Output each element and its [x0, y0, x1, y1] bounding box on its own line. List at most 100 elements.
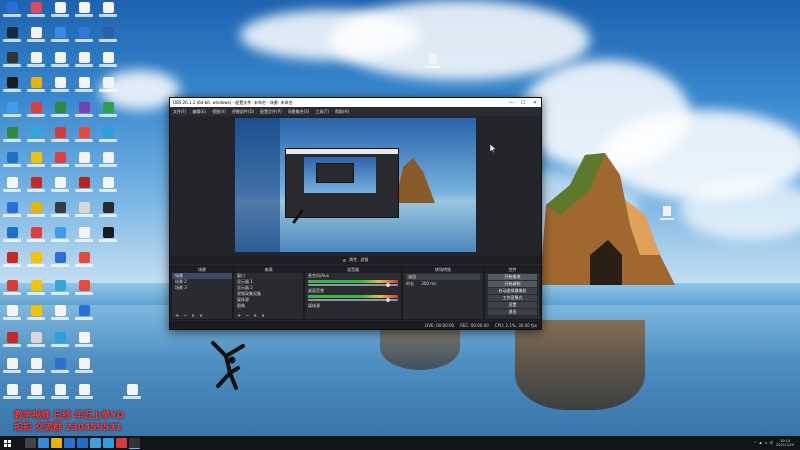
desktop-icon[interactable] [48, 332, 72, 352]
desktop-icon[interactable] [24, 252, 48, 272]
desktop-icon[interactable] [96, 77, 120, 97]
maximize-button[interactable]: ☐ [517, 100, 529, 106]
chevron-up-icon[interactable]: ^ [753, 441, 756, 445]
file-icon[interactable] [660, 206, 674, 226]
menu-docks[interactable]: 停靠部件(D) [232, 109, 254, 115]
move-down-icon[interactable]: ∨ [199, 313, 203, 319]
desktop-icon[interactable] [48, 152, 72, 172]
desktop-icon[interactable] [72, 127, 96, 147]
add-icon[interactable]: + [237, 313, 241, 319]
desktop-icon[interactable] [0, 280, 24, 300]
menu-edit[interactable]: 编辑(E) [192, 109, 206, 115]
list-item[interactable]: 图像 [234, 303, 303, 309]
desktop-icon[interactable] [0, 177, 24, 197]
exit-button[interactable]: 退出 [488, 309, 537, 315]
transition-select[interactable]: 淡出 [406, 274, 480, 280]
desktop-icon[interactable] [72, 227, 96, 247]
ime-indicator[interactable]: 中 [770, 441, 774, 446]
volume-slider[interactable] [308, 298, 398, 302]
desktop-icon[interactable] [24, 227, 48, 247]
desktop-icon[interactable] [72, 280, 96, 300]
desktop-icon[interactable] [24, 177, 48, 197]
desktop-icon[interactable] [72, 252, 96, 272]
desktop-icon[interactable] [0, 305, 24, 325]
desktop-icon[interactable] [96, 127, 120, 147]
obs-titlebar[interactable]: OBS 26.1.1 (64-bit, windows) - 配置文件: 未命名… [170, 98, 541, 107]
desktop-icon[interactable] [24, 305, 48, 325]
remove-icon[interactable]: − [183, 313, 187, 319]
desktop-icon[interactable] [72, 177, 96, 197]
desktop-icon[interactable] [72, 332, 96, 352]
network-icon[interactable]: ▪ [759, 441, 761, 445]
desktop-icon[interactable] [24, 52, 48, 72]
menu-view[interactable]: 视图(V) [212, 109, 226, 115]
desktop-icon[interactable] [24, 102, 48, 122]
app-icon[interactable] [90, 438, 101, 448]
desktop-icon[interactable] [72, 102, 96, 122]
desktop-icon[interactable] [48, 102, 72, 122]
desktop-icon[interactable] [48, 52, 72, 72]
menu-scene-collection[interactable]: 场景集合(S) [288, 109, 310, 115]
store-icon[interactable] [64, 438, 75, 448]
desktop-icon[interactable] [48, 2, 72, 22]
clock[interactable]: 10:14 2021/1/20 [776, 439, 794, 447]
desktop-icon[interactable] [48, 305, 72, 325]
desktop-icon[interactable] [48, 252, 72, 272]
minimize-button[interactable]: — [505, 100, 517, 106]
start-recording-button[interactable]: 开始录制 [488, 281, 537, 287]
desktop-icon[interactable] [96, 152, 120, 172]
obs-taskbar-icon[interactable] [129, 437, 140, 449]
desktop-icon[interactable] [48, 358, 72, 378]
desktop-icon[interactable] [48, 127, 72, 147]
desktop-icon[interactable] [0, 27, 24, 47]
desktop-icon[interactable] [48, 280, 72, 300]
desktop-icon[interactable] [24, 202, 48, 222]
duration-input[interactable]: 300 ms [421, 281, 436, 286]
file-icon[interactable] [426, 54, 440, 74]
explorer-icon[interactable] [51, 438, 62, 448]
desktop-icon[interactable] [72, 202, 96, 222]
desktop-icon[interactable] [48, 27, 72, 47]
volume-slider[interactable] [308, 283, 398, 287]
desktop-icon[interactable] [48, 177, 72, 197]
virtual-camera-button[interactable]: 启动虚拟摄像机 [488, 288, 537, 294]
desktop-icon[interactable] [48, 384, 72, 404]
desktop-icon[interactable] [72, 384, 96, 404]
desktop-icon[interactable] [0, 127, 24, 147]
remove-icon[interactable]: − [245, 313, 249, 319]
desktop-icon[interactable] [24, 127, 48, 147]
properties-button[interactable]: 属性 [349, 257, 357, 263]
desktop-icon[interactable] [24, 2, 48, 22]
desktop-icon[interactable] [24, 332, 48, 352]
desktop-icon[interactable] [96, 2, 120, 22]
menu-profile[interactable]: 配置文件(P) [260, 109, 282, 115]
desktop-icon[interactable] [48, 227, 72, 247]
desktop-icon[interactable] [0, 77, 24, 97]
desktop-icon[interactable] [0, 2, 24, 22]
app-icon[interactable] [116, 438, 127, 448]
desktop-icon[interactable] [72, 152, 96, 172]
desktop-icon[interactable] [0, 152, 24, 172]
close-button[interactable]: ✕ [529, 100, 541, 106]
filters-button[interactable]: 滤镜 [360, 257, 368, 263]
desktop-icon[interactable] [96, 27, 120, 47]
gear-icon[interactable]: ⚙ [343, 258, 347, 263]
task-view-icon[interactable] [25, 438, 36, 448]
desktop-icon[interactable] [72, 358, 96, 378]
desktop-icon[interactable] [72, 2, 96, 22]
settings-button[interactable]: 设置 [488, 302, 537, 308]
move-down-icon[interactable]: ∨ [261, 313, 265, 319]
desktop-icon[interactable] [0, 52, 24, 72]
desktop-icon[interactable] [24, 280, 48, 300]
desktop-icon[interactable] [96, 202, 120, 222]
menu-tools[interactable]: 工具(T) [315, 109, 329, 115]
desktop-icon[interactable] [72, 27, 96, 47]
desktop-icon[interactable] [48, 202, 72, 222]
desktop-icon[interactable] [96, 102, 120, 122]
desktop-icon[interactable] [96, 52, 120, 72]
desktop-icon[interactable] [0, 358, 24, 378]
mail-icon[interactable] [77, 438, 88, 448]
desktop-icon[interactable] [0, 332, 24, 352]
desktop-icon[interactable] [0, 102, 24, 122]
menu-help[interactable]: 帮助(H) [335, 109, 349, 115]
